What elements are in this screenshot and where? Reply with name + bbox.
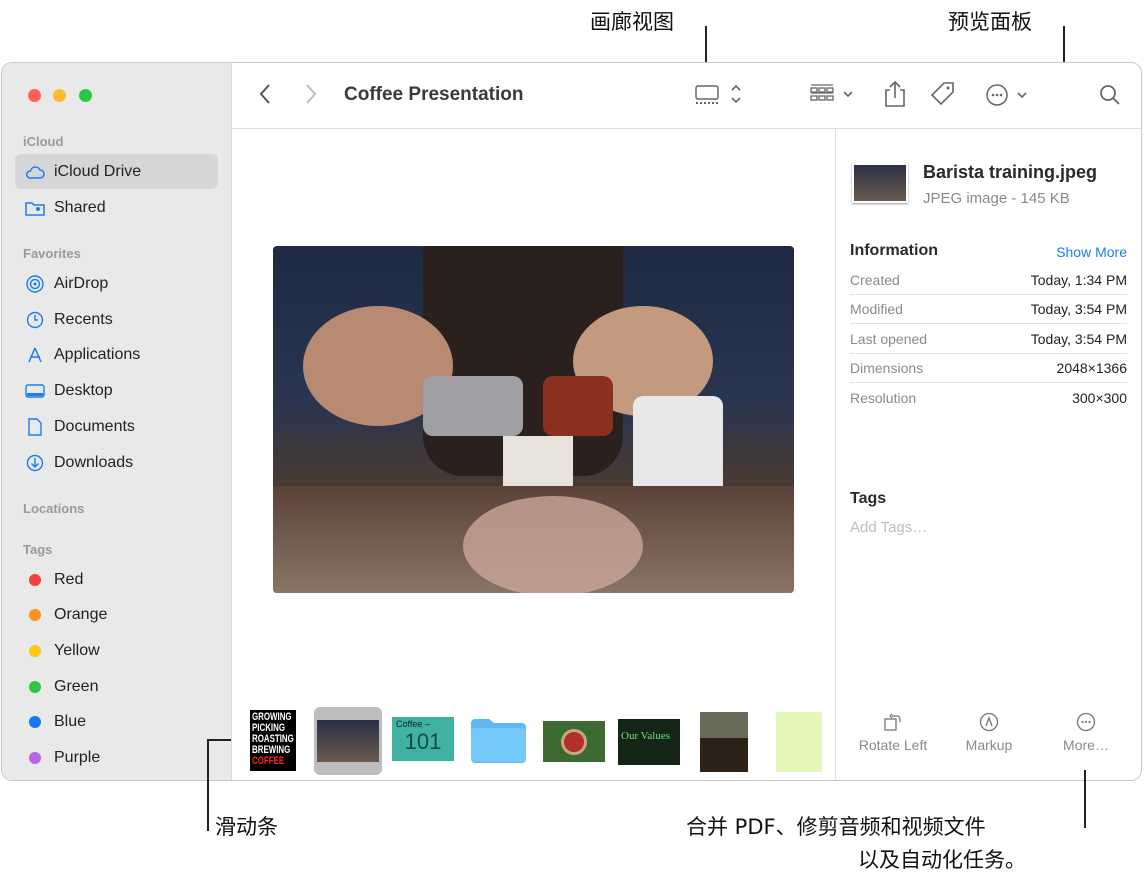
close-button[interactable]: [28, 89, 41, 102]
tag-color-dot-icon: [29, 644, 41, 657]
callout-quick-actions-2: 以及自动化任务。: [858, 848, 1026, 872]
thumbnail-coffee-cherries[interactable]: [543, 721, 605, 762]
tag-color-dot-icon: [29, 716, 41, 729]
info-row-modified: Modified Today, 3:54 PM: [850, 295, 1127, 325]
gallery-view-icon: [694, 84, 744, 111]
desktop-icon: [25, 381, 45, 401]
action-menu-button[interactable]: [986, 83, 1032, 112]
tag-color-dot-icon: [29, 573, 41, 586]
tag-color-dot-icon: [29, 752, 41, 764]
rotate-left-icon: [848, 707, 938, 737]
file-thumbnail: [852, 163, 908, 203]
show-more-link[interactable]: Show More: [1056, 244, 1127, 260]
more-actions-button[interactable]: More…: [1041, 707, 1131, 753]
cloud-icon: [25, 162, 45, 182]
share-button[interactable]: [884, 80, 906, 113]
more-circle-icon: [1041, 707, 1131, 737]
file-kind: JPEG image - 145 KB: [923, 190, 1070, 207]
toolbar: Coffee Presentation: [232, 63, 1141, 129]
sidebar-tag-purple[interactable]: Purple: [15, 741, 218, 776]
finder-window: iCloud iCloud Drive Shared Favorites Air…: [1, 62, 1142, 781]
file-name: Barista training.jpeg: [923, 162, 1098, 182]
callout-gallery-view: 画廊视图: [590, 10, 674, 34]
info-row-resolution: Resolution 300×300: [850, 389, 1127, 406]
preview-image-barista[interactable]: [273, 246, 794, 593]
search-icon: [1098, 85, 1122, 111]
section-locations: Locations: [23, 501, 85, 516]
thumbnail-people[interactable]: [700, 712, 748, 772]
callout-preview-pane: 预览面板: [948, 10, 1032, 34]
rotate-left-button[interactable]: Rotate Left: [848, 707, 938, 753]
airdrop-icon: [25, 274, 45, 294]
sidebar-tag-blue[interactable]: Blue: [15, 705, 218, 740]
markup-button[interactable]: Markup: [944, 707, 1034, 753]
add-tags-field[interactable]: Add Tags…: [850, 519, 927, 536]
thumbnail-our-values[interactable]: Our Values: [618, 719, 680, 765]
sidebar-item-applications[interactable]: Applications: [15, 337, 218, 372]
applications-icon: [25, 345, 45, 365]
more-circle-icon: [986, 84, 1032, 111]
search-button[interactable]: [1098, 83, 1122, 112]
sidebar-item-airdrop[interactable]: AirDrop: [15, 266, 218, 301]
section-icloud: iCloud: [23, 134, 64, 149]
thumbnail-folder[interactable]: [470, 717, 527, 763]
sidebar: iCloud iCloud Drive Shared Favorites Air…: [2, 63, 232, 780]
sidebar-item-downloads[interactable]: Downloads: [15, 445, 218, 480]
thumbnail-barista-selected[interactable]: [314, 707, 382, 775]
zoom-button[interactable]: [79, 89, 92, 102]
tag-color-dot-icon: [29, 680, 41, 693]
share-icon: [884, 80, 906, 112]
sidebar-tag-yellow[interactable]: Yellow: [15, 633, 218, 668]
markup-icon: [944, 707, 1034, 737]
thumbnail-price-list[interactable]: [776, 712, 822, 772]
callout-scrubber: 滑动条: [215, 815, 278, 839]
thumbnail-poster[interactable]: GROWING PICKING ROASTING BREWING COFFEE: [250, 710, 296, 771]
minimize-button[interactable]: [53, 89, 66, 102]
section-tags: Tags: [23, 542, 53, 557]
shared-folder-icon: [25, 198, 45, 218]
tag-color-dot-icon: [29, 609, 41, 622]
clock-icon: [25, 310, 45, 330]
sidebar-item-recents[interactable]: Recents: [15, 302, 218, 337]
gallery-view-button[interactable]: [694, 83, 744, 112]
info-row-created: Created Today, 1:34 PM: [850, 266, 1127, 295]
preview-pane: Barista training.jpeg JPEG image - 145 K…: [835, 129, 1141, 780]
download-icon: [25, 453, 45, 473]
window-title: Coffee Presentation: [344, 84, 524, 105]
sidebar-tag-green[interactable]: Green: [15, 669, 218, 704]
tag-icon: [930, 82, 956, 111]
group-button[interactable]: [810, 83, 858, 112]
info-row-dimensions: Dimensions 2048×1366: [850, 354, 1127, 383]
sidebar-item-shared[interactable]: Shared: [15, 190, 218, 225]
tag-button[interactable]: [930, 81, 956, 112]
sidebar-item-icloud-drive[interactable]: iCloud Drive: [15, 154, 218, 189]
callout-quick-actions-1: 合并 PDF、修剪音频和视频文件: [686, 815, 986, 839]
sidebar-tag-orange[interactable]: Orange: [15, 598, 218, 633]
tags-header: Tags: [850, 490, 887, 507]
section-favorites: Favorites: [23, 246, 81, 261]
group-icon: [810, 84, 858, 111]
back-button[interactable]: [258, 82, 272, 111]
forward-button[interactable]: [304, 82, 318, 111]
gallery-view: GROWING PICKING ROASTING BREWING COFFEE Coff…: [232, 129, 835, 780]
sidebar-item-desktop[interactable]: Desktop: [15, 373, 218, 408]
folder-icon: [470, 719, 527, 767]
document-icon: [25, 417, 45, 437]
information-header: Information: [850, 242, 938, 259]
thumbnail-coffee-101[interactable]: Coffee –101: [392, 717, 454, 761]
sidebar-item-documents[interactable]: Documents: [15, 409, 218, 444]
sidebar-tag-red[interactable]: Red: [15, 562, 218, 597]
info-row-last-opened: Last opened Today, 3:54 PM: [850, 325, 1127, 354]
